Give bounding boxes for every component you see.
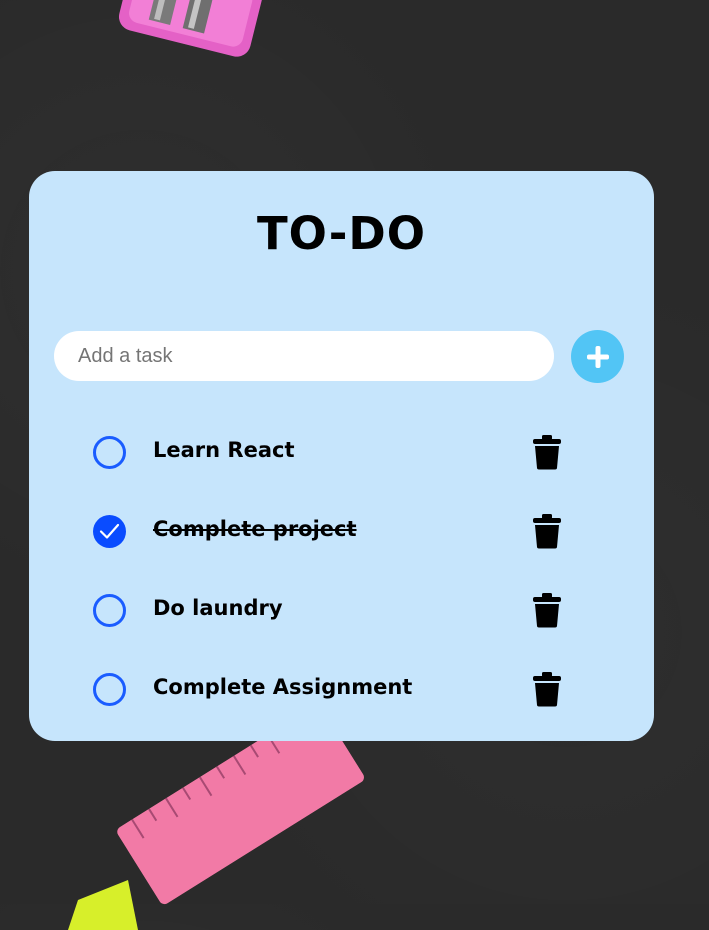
delete-task-button[interactable] [532, 671, 562, 707]
highlighter-image [68, 880, 138, 930]
trash-icon [533, 672, 561, 707]
task-item: Complete Assignment [29, 650, 654, 729]
delete-task-button[interactable] [532, 592, 562, 628]
unchecked-circle-icon[interactable] [92, 593, 127, 628]
unchecked-circle-icon[interactable] [92, 672, 127, 707]
checked-circle-icon[interactable] [92, 514, 127, 549]
task-item: Do laundry [29, 571, 654, 650]
trash-icon [533, 514, 561, 549]
trash-icon [533, 593, 561, 628]
delete-task-button[interactable] [532, 513, 562, 549]
add-task-button[interactable] [571, 330, 624, 383]
task-list: Learn React Complete project Do laundry … [29, 413, 654, 729]
todo-card: TO-DO Learn React [29, 171, 654, 741]
task-item: Learn React [29, 413, 654, 492]
unchecked-circle-icon[interactable] [92, 435, 127, 470]
task-label: Learn React [153, 438, 295, 462]
delete-task-button[interactable] [532, 434, 562, 470]
plus-icon [586, 345, 609, 368]
task-label: Do laundry [153, 596, 283, 620]
pencil-sharpener-image [118, 0, 263, 57]
task-input[interactable] [54, 331, 554, 381]
trash-icon [533, 435, 561, 470]
task-label: Complete Assignment [153, 675, 413, 699]
task-label: Complete project [153, 517, 357, 541]
page-title: TO-DO [256, 207, 427, 260]
task-item: Complete project [29, 492, 654, 571]
